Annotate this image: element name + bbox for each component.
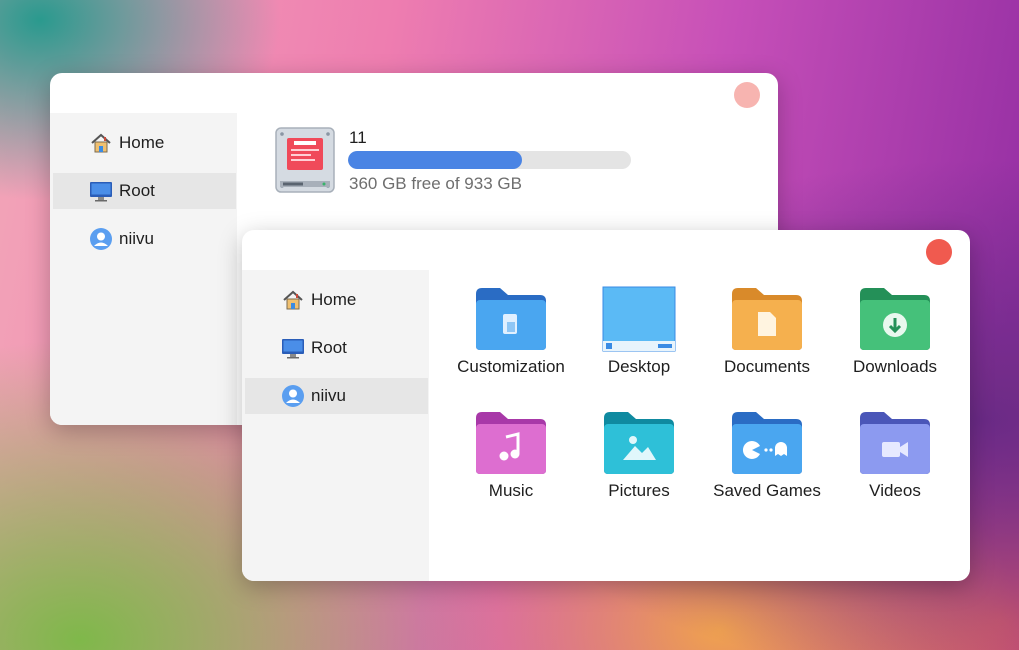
folder-downloads[interactable]: Downloads (840, 286, 950, 377)
music-folder-icon (476, 412, 546, 474)
folder-label: Saved Games (713, 481, 821, 500)
saved-games-folder-icon (732, 412, 802, 474)
folder-pictures[interactable]: Pictures (584, 410, 694, 501)
front-window: Home Root niivu Customization Desktop Do… (242, 230, 970, 581)
sidebar-item-home[interactable]: Home (245, 282, 428, 318)
sidebar-item-label: Home (119, 133, 165, 152)
folder-label: Videos (869, 481, 921, 500)
folder-customization[interactable]: Customization (456, 286, 566, 377)
close-button[interactable] (734, 82, 760, 108)
close-button[interactable] (926, 239, 952, 265)
sidebar: Home Root niivu (50, 113, 237, 425)
documents-folder-icon (732, 288, 802, 350)
downloads-folder-icon (860, 288, 930, 350)
sidebar-item-label: Home (311, 290, 357, 309)
drive-entry[interactable]: 11 360 GB free of 933 GB (274, 126, 654, 196)
sidebar-item-label: Root (311, 338, 347, 357)
videos-folder-icon (860, 412, 930, 474)
folder-label: Desktop (607, 357, 671, 376)
folder-music[interactable]: Music (456, 410, 566, 501)
folder-label: Documents (724, 357, 810, 376)
sidebar-item-root[interactable]: Root (245, 330, 428, 366)
sidebar-item-home[interactable]: Home (53, 125, 236, 161)
folder-label: Downloads (852, 357, 938, 376)
storage-progress-bar (348, 151, 631, 169)
folder-saved-games[interactable]: Saved Games (712, 410, 822, 501)
monitor-icon (281, 336, 305, 360)
sidebar-item-niivu[interactable]: niivu (245, 378, 428, 414)
folder-label: Customization (457, 357, 565, 376)
folder-label: Pictures (608, 481, 670, 500)
user-icon (89, 227, 113, 251)
pictures-folder-icon (604, 412, 674, 474)
sidebar-item-label: niivu (311, 386, 346, 405)
drive-name: 11 (349, 128, 367, 147)
folder-grid: Customization Desktop Documents Download… (429, 270, 970, 581)
sidebar-item-niivu[interactable]: niivu (53, 221, 236, 257)
folder-desktop[interactable]: Desktop (584, 286, 694, 377)
home-icon (89, 131, 113, 155)
hard-drive-icon (274, 126, 336, 196)
customization-folder-icon (476, 288, 546, 350)
sidebar: Home Root niivu (242, 270, 429, 581)
sidebar-item-label: Root (119, 181, 155, 200)
drive-free-space: 360 GB free of 933 GB (349, 174, 522, 193)
user-icon (281, 384, 305, 408)
sidebar-item-label: niivu (119, 229, 154, 248)
home-icon (281, 288, 305, 312)
monitor-icon (89, 179, 113, 203)
sidebar-item-root[interactable]: Root (53, 173, 236, 209)
folder-documents[interactable]: Documents (712, 286, 822, 377)
storage-progress-fill (348, 151, 522, 169)
desktop-icon (602, 286, 676, 352)
folder-label: Music (488, 481, 534, 500)
folder-videos[interactable]: Videos (840, 410, 950, 501)
